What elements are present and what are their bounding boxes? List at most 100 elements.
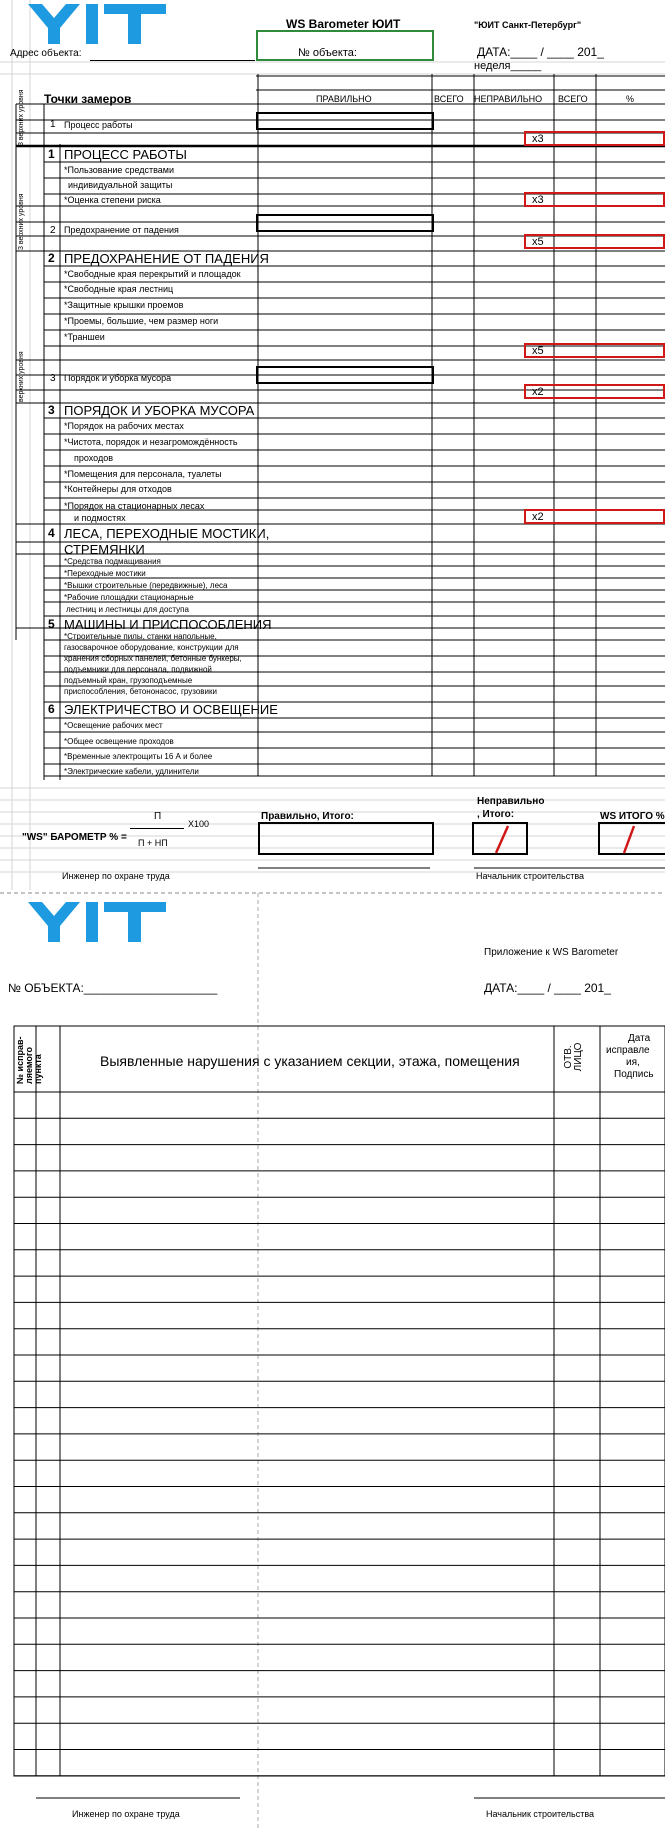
section-title-2: ПРЕДОХРАНЕНИЕ ОТ ПАДЕНИЯ xyxy=(64,251,269,266)
date-header-2: исправле xyxy=(606,1045,650,1056)
slash-mark xyxy=(494,825,510,854)
section-title-4: ЛЕСА, ПЕРЕХОДНЫЕ МОСТИКИ, xyxy=(64,526,270,541)
section-num-4: 4 xyxy=(48,526,55,540)
section4-item: *Средства подмащивания xyxy=(64,557,161,566)
section-title-4b: СТРЕМЯНКИ xyxy=(64,542,145,557)
section6-item: *Освещение рабочих мест xyxy=(64,721,163,730)
percent-header: % xyxy=(626,94,635,104)
section-num-1: 1 xyxy=(48,147,55,161)
side-label-3: верхних уровня xyxy=(18,351,25,402)
section3-item: и подмостях xyxy=(74,513,126,523)
formula-denominator: П + НП xyxy=(138,838,168,848)
company-name: "ЮИТ Санкт-Петербург" xyxy=(474,20,582,30)
engineer-signature-label-2: Инженер по охране труда xyxy=(72,1809,180,1819)
ws-total-label: WS ИТОГО % xyxy=(600,811,665,822)
section5-item: хранения сборных панелей, бетонные бунке… xyxy=(64,654,242,663)
total-header-1: ВСЕГО xyxy=(434,94,464,104)
section5-item: подъемники для персонала, подвижной xyxy=(64,665,212,674)
date-header-3: ия, xyxy=(626,1057,640,1068)
section-num-2: 2 xyxy=(48,251,55,265)
point-number-header: № исправ-ляемого пункта xyxy=(15,1036,43,1084)
address-field[interactable] xyxy=(90,60,255,61)
multiplier-box-2: x5 xyxy=(524,234,665,249)
date-field[interactable]: ДАТА:____ / ____ 201_ xyxy=(477,46,604,58)
section5-item: *Строительные пилы, станки напольные, xyxy=(64,632,217,641)
yit-logo xyxy=(28,4,166,44)
section1-item: *Оценка степени риска xyxy=(64,195,161,205)
section-num-3: 3 xyxy=(48,403,55,417)
side-label-1: 3 верхних уровня xyxy=(18,89,25,147)
section5-item: подъемный кран, грузоподъемные xyxy=(64,676,193,685)
section3-item: *Контейнеры для отходов xyxy=(64,484,172,494)
section3-item: проходов xyxy=(74,453,114,463)
violations-header: Выявленные нарушения с указанием секции,… xyxy=(100,1053,520,1069)
summary-num-3: 3 xyxy=(50,373,56,384)
section6-item: *Временные электрощиты 16 А и более xyxy=(64,752,213,761)
section3-item: *Порядок на рабочих местах xyxy=(64,421,184,431)
section-title-6: ЭЛЕКТРИЧЕСТВО И ОСВЕЩЕНИЕ xyxy=(64,702,278,717)
date-header-4: Подпись xyxy=(614,1069,654,1080)
yit-logo xyxy=(28,902,166,942)
section3-item: *Чистота, порядок и незагромождённость xyxy=(64,437,238,447)
summary-label-3: Порядок и уборка мусора xyxy=(64,373,172,383)
multiplier-box-s1: x3 xyxy=(524,192,665,207)
formula-bar xyxy=(130,828,184,829)
multiplier-box-3: x2 xyxy=(524,384,665,399)
summary-input-3[interactable] xyxy=(256,366,434,384)
formula-multiplier: X100 xyxy=(188,819,210,829)
form-title: WS Barometer ЮИТ xyxy=(286,17,401,31)
week-field[interactable]: неделя_____ xyxy=(474,61,541,72)
section2-item: *Траншеи xyxy=(64,332,105,342)
section-num-6: 6 xyxy=(48,702,55,716)
section3-item: *Помещения для персонала, туалеты xyxy=(64,469,222,479)
summary-label-1: Процесс работы xyxy=(64,120,133,130)
summary-input-2[interactable] xyxy=(256,214,434,232)
section2-item: *Проемы, большие, чем размер ноги xyxy=(64,316,219,326)
section-title-5: МАШИНЫ И ПРИСПОСОБЛЕНИЯ xyxy=(64,617,272,632)
slash-mark xyxy=(622,825,636,854)
correct-total-box[interactable] xyxy=(258,822,434,855)
address-label: Адрес объекта: xyxy=(10,48,82,59)
section6-item: *Общее освещение проходов xyxy=(64,737,174,746)
formula-numerator: П xyxy=(154,811,162,822)
formula-label: "WS" БАРОМЕТР % = xyxy=(22,832,127,843)
responsible-header: ОТВ. ЛИЦО xyxy=(563,1042,584,1072)
section2-item: *Защитные крышки проемов xyxy=(64,300,184,310)
section-title-1: ПРОЦЕСС РАБОТЫ xyxy=(64,147,187,162)
summary-input-1[interactable] xyxy=(256,112,434,130)
object-number-label: № объекта: xyxy=(298,47,357,59)
section4-item: *Переходные мостики xyxy=(64,569,146,578)
section-num-5: 5 xyxy=(48,617,55,631)
section-title-3: ПОРЯДОК И УБОРКА МУСОРА xyxy=(64,403,255,418)
multiplier-box-s2: x5 xyxy=(524,343,665,358)
section1-item: индивидуальной защиты xyxy=(68,180,173,190)
side-label-2: 3 верхних уровня xyxy=(18,193,25,251)
total-header-2: ВСЕГО xyxy=(558,94,588,104)
section4-item: лестниц и лестницы для доступа xyxy=(66,605,189,614)
points-header: Точки замеров xyxy=(44,92,132,106)
correct-total-label: Правильно, Итого: xyxy=(261,811,354,822)
section5-item: приспособления, бетононасос, грузовики xyxy=(64,687,217,696)
object-number-field[interactable]: № ОБЪЕКТА:____________________ xyxy=(8,982,217,994)
engineer-signature-label: Инженер по охране труда xyxy=(62,871,170,881)
section2-item: *Свободные края перекрытий и площадок xyxy=(64,269,241,279)
multiplier-box-s3: x2 xyxy=(524,509,665,524)
section6-item: *Электрические кабели, удлинители xyxy=(64,767,199,776)
summary-label-2: Предохранение от падения xyxy=(64,225,179,235)
section2-item: *Свободные края лестниц xyxy=(64,284,174,294)
section4-item: *Вышки строительные (передвижные), леса xyxy=(64,581,228,590)
date-field-2[interactable]: ДАТА:____ / ____ 201_ xyxy=(484,982,611,994)
section3-item: *Порядок на стационарных лесах xyxy=(64,501,205,511)
appendix-label: Приложение к WS Barometer xyxy=(484,947,619,958)
incorrect-total-label: Неправильно xyxy=(477,796,545,807)
section5-item: газосварочное оборудование, конструкции … xyxy=(64,643,239,652)
incorrect-total-label-2: , Итого: xyxy=(477,809,515,820)
correct-header: ПРАВИЛЬНО xyxy=(316,94,372,104)
summary-num-1: 1 xyxy=(50,119,56,130)
date-header: Дата xyxy=(628,1033,651,1044)
section4-item: *Рабочие площадки стационарные xyxy=(64,593,194,602)
incorrect-header: НЕПРАВИЛЬНО xyxy=(474,94,543,104)
multiplier-box-1: x3 xyxy=(524,131,665,146)
summary-num-2: 2 xyxy=(50,225,56,236)
section1-item: *Пользование средствами xyxy=(64,165,175,175)
